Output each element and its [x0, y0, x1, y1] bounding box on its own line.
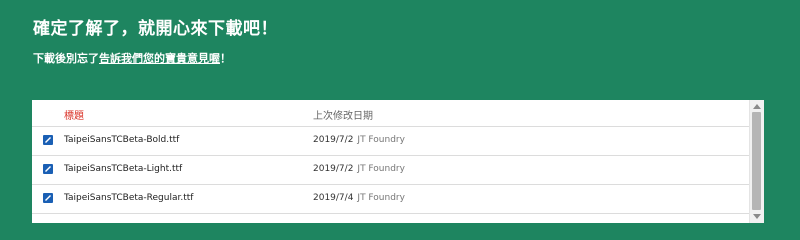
file-modified-date: 2019/7/2	[313, 135, 354, 145]
document-icon	[43, 193, 53, 203]
file-row[interactable]: TaipeiSansTCBeta-Light.ttf 2019/7/2 JT Fo…	[32, 156, 750, 185]
vertical-scrollbar[interactable]	[749, 100, 764, 223]
feedback-link[interactable]: 告訴我們您的寶貴意見喔	[99, 52, 220, 65]
file-list-header: 標題 上次修改日期	[32, 100, 750, 127]
file-modified: 2019/7/2 JT Foundry	[313, 135, 405, 145]
scroll-down-arrow-icon[interactable]	[753, 214, 761, 219]
scroll-up-arrow-icon[interactable]	[753, 104, 761, 109]
file-owner: JT Foundry	[357, 164, 405, 174]
column-header-title[interactable]: 標題	[64, 107, 84, 122]
scrollbar-thumb[interactable]	[752, 112, 761, 210]
file-row[interactable]: TaipeiSansTCBeta-Bold.ttf 2019/7/2 JT Fou…	[32, 127, 750, 156]
file-name[interactable]: TaipeiSansTCBeta-Light.ttf	[64, 164, 182, 174]
file-modified-date: 2019/7/4	[313, 193, 354, 203]
feedback-notice-prefix: 下載後別忘了	[33, 52, 99, 65]
file-modified-date: 2019/7/2	[313, 164, 354, 174]
file-list-panel: 標題 上次修改日期 TaipeiSansTCBeta-Bold.ttf 2019…	[32, 100, 764, 223]
file-name[interactable]: TaipeiSansTCBeta-Regular.ttf	[64, 193, 193, 203]
feedback-notice-suffix: ！	[220, 52, 231, 65]
file-row[interactable]: TaipeiSansTCBeta-Regular.ttf 2019/7/4 JT …	[32, 185, 750, 214]
file-owner: JT Foundry	[357, 193, 405, 203]
feedback-notice: 下載後別忘了告訴我們您的寶貴意見喔！	[33, 50, 231, 66]
file-modified: 2019/7/4 JT Foundry	[313, 193, 405, 203]
document-icon	[43, 135, 53, 145]
file-owner: JT Foundry	[357, 135, 405, 145]
file-name[interactable]: TaipeiSansTCBeta-Bold.ttf	[64, 135, 179, 145]
column-header-modified[interactable]: 上次修改日期	[313, 107, 373, 122]
file-modified: 2019/7/2 JT Foundry	[313, 164, 405, 174]
document-icon	[43, 164, 53, 174]
page-title: 確定了解了，就開心來下載吧！	[33, 19, 278, 39]
